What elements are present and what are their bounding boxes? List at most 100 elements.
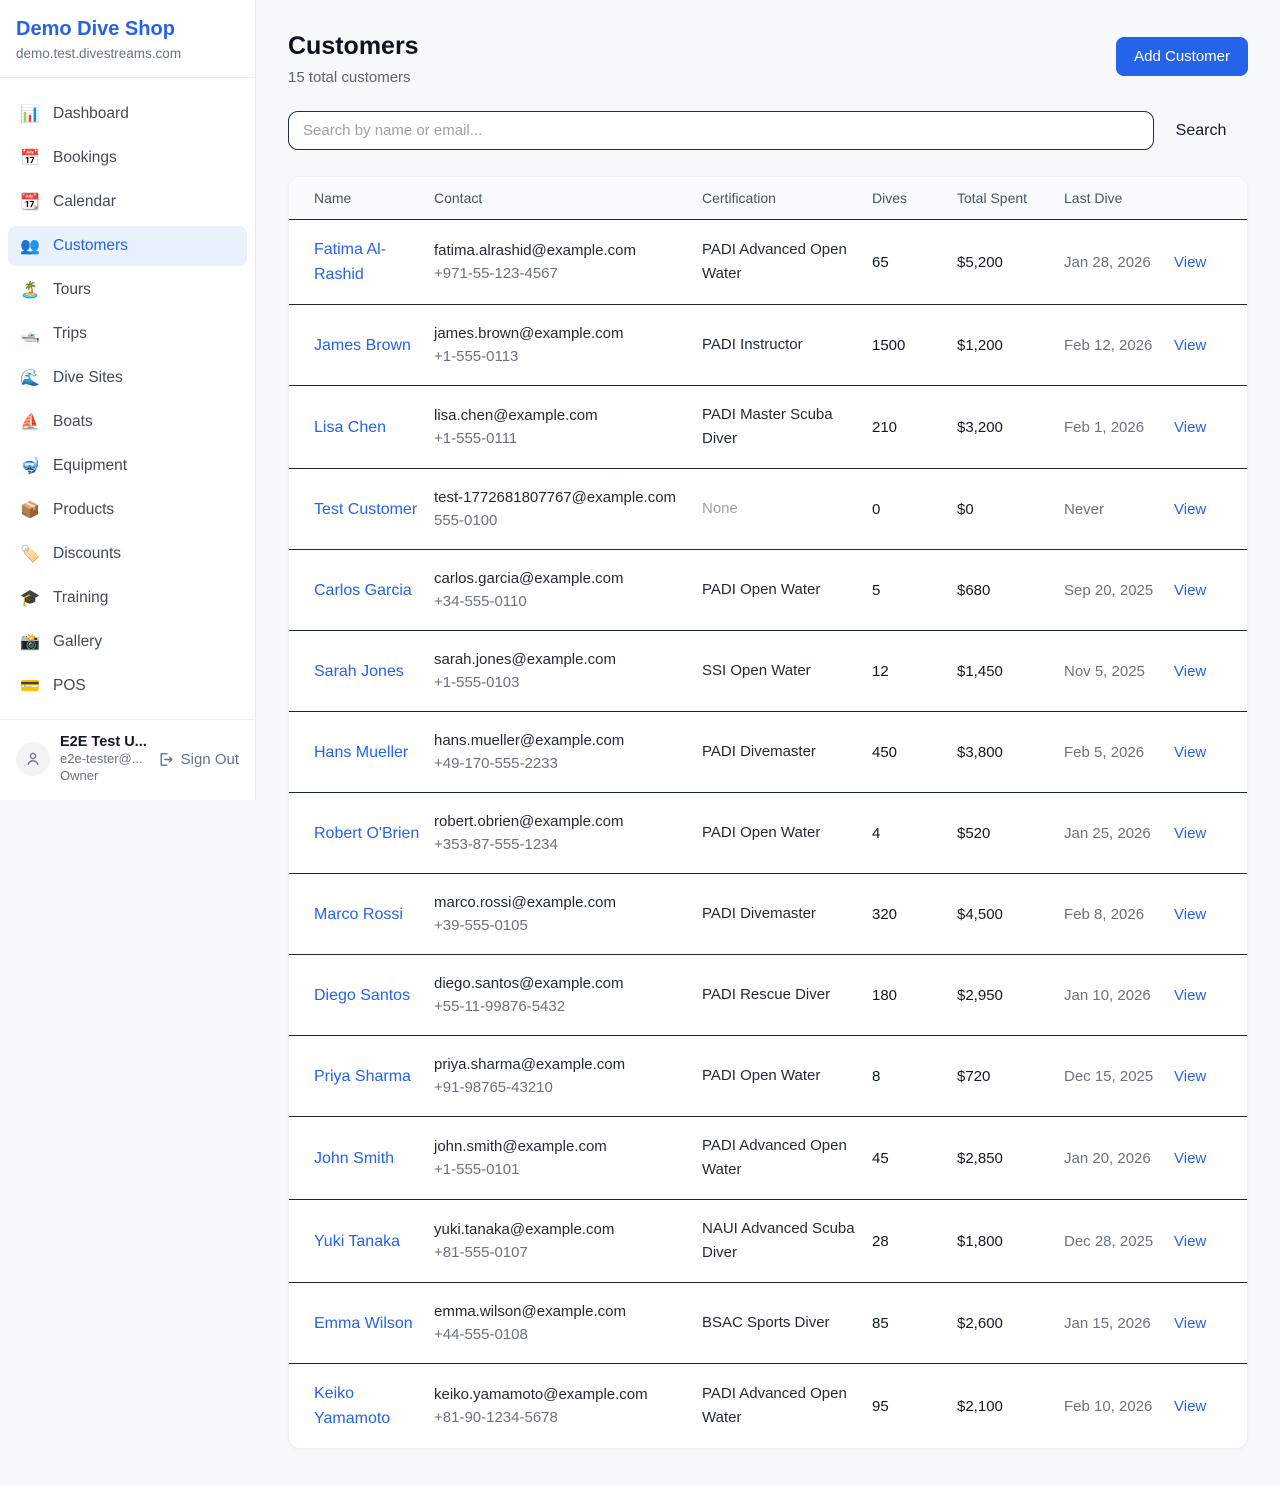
customer-name-link[interactable]: Hans Mueller: [314, 740, 408, 765]
equipment-icon: 🤿: [20, 456, 40, 476]
customer-dives: 85: [872, 1315, 889, 1332]
dashboard-icon: 📊: [20, 104, 40, 124]
discounts-icon: 🏷️: [20, 544, 40, 564]
view-link[interactable]: View: [1174, 254, 1206, 271]
customer-name-link[interactable]: Carlos Garcia: [314, 578, 412, 603]
customer-phone: +44-555-0108: [434, 1323, 690, 1346]
view-link[interactable]: View: [1174, 663, 1206, 680]
page-header: Customers 15 total customers Add Custome…: [288, 32, 1248, 86]
customer-row: Yuki Tanaka yuki.tanaka@example.com +81-…: [289, 1200, 1248, 1283]
customer-phone: +1-555-0101: [434, 1158, 690, 1181]
customer-total-spent: $720: [957, 1068, 990, 1085]
customer-last-dive: Sep 20, 2025: [1064, 582, 1153, 599]
customer-phone: +39-555-0105: [434, 914, 690, 937]
sidebar-item-tours[interactable]: 🏝️ Tours: [8, 270, 247, 310]
shop-name: Demo Dive Shop: [16, 18, 239, 41]
customer-name-link[interactable]: Lisa Chen: [314, 415, 386, 440]
customer-dives: 210: [872, 419, 897, 436]
col-header-last-dive: Last Dive: [1064, 177, 1174, 220]
customer-total-spent: $2,600: [957, 1315, 1003, 1332]
sidebar-item-gallery[interactable]: 📸 Gallery: [8, 622, 247, 662]
view-link[interactable]: View: [1174, 1150, 1206, 1167]
search-input[interactable]: [288, 111, 1154, 150]
customer-name-link[interactable]: John Smith: [314, 1146, 394, 1171]
customer-name-link[interactable]: Fatima Al-Rashid: [314, 237, 422, 287]
sidebar-item-boats[interactable]: ⛵ Boats: [8, 402, 247, 442]
view-link[interactable]: View: [1174, 1233, 1206, 1250]
shop-domain: demo.test.divestreams.com: [16, 46, 239, 61]
customer-email: james.brown@example.com: [434, 322, 690, 345]
boats-icon: ⛵: [20, 412, 40, 432]
add-customer-button[interactable]: Add Customer: [1116, 37, 1248, 76]
customer-phone: +353-87-555-1234: [434, 833, 690, 856]
customer-total-spent: $1,800: [957, 1233, 1003, 1250]
view-link[interactable]: View: [1174, 419, 1206, 436]
sidebar-item-customers[interactable]: 👥 Customers: [8, 226, 247, 266]
customer-email: carlos.garcia@example.com: [434, 567, 690, 590]
sidebar-item-products[interactable]: 📦 Products: [8, 490, 247, 530]
customer-last-dive: Feb 10, 2026: [1064, 1398, 1152, 1415]
customer-total-spent: $1,450: [957, 663, 1003, 680]
customer-name-link[interactable]: Marco Rossi: [314, 902, 403, 927]
customer-name-link[interactable]: Priya Sharma: [314, 1064, 411, 1089]
user-email: e2e-tester@...: [60, 750, 147, 767]
view-link[interactable]: View: [1174, 906, 1206, 923]
customer-last-dive: Jan 20, 2026: [1064, 1150, 1151, 1167]
customer-dives: 0: [872, 501, 880, 518]
customer-name-link[interactable]: Sarah Jones: [314, 659, 404, 684]
customer-email: keiko.yamamoto@example.com: [434, 1383, 690, 1406]
customer-name-link[interactable]: Test Customer: [314, 497, 417, 522]
search-button[interactable]: Search: [1154, 122, 1248, 140]
view-link[interactable]: View: [1174, 337, 1206, 354]
customer-certification: PADI Advanced Open Water: [702, 241, 847, 282]
sidebar-item-equipment[interactable]: 🤿 Equipment: [8, 446, 247, 486]
customer-name-link[interactable]: Keiko Yamamoto: [314, 1381, 422, 1431]
customer-name-link[interactable]: James Brown: [314, 333, 411, 358]
view-link[interactable]: View: [1174, 1315, 1206, 1332]
customer-certification: BSAC Sports Diver: [702, 1314, 830, 1331]
sidebar-item-label: Training: [53, 589, 108, 607]
customer-name-link[interactable]: Emma Wilson: [314, 1311, 413, 1336]
sidebar-item-dive-sites[interactable]: 🌊 Dive Sites: [8, 358, 247, 398]
customer-last-dive: Jan 10, 2026: [1064, 987, 1151, 1004]
col-header-contact: Contact: [434, 177, 702, 220]
customer-name-link[interactable]: Yuki Tanaka: [314, 1229, 400, 1254]
view-link[interactable]: View: [1174, 825, 1206, 842]
customer-row: Keiko Yamamoto keiko.yamamoto@example.co…: [289, 1364, 1248, 1449]
sidebar-item-discounts[interactable]: 🏷️ Discounts: [8, 534, 247, 574]
view-link[interactable]: View: [1174, 1068, 1206, 1085]
view-link[interactable]: View: [1174, 744, 1206, 761]
customer-email: yuki.tanaka@example.com: [434, 1218, 690, 1241]
customer-last-dive: Nov 5, 2025: [1064, 663, 1145, 680]
customer-phone: +1-555-0111: [434, 427, 690, 450]
main-content: Customers 15 total customers Add Custome…: [256, 0, 1280, 1481]
customer-last-dive: Never: [1064, 501, 1104, 518]
sign-out-button[interactable]: Sign Out: [157, 751, 239, 768]
sidebar-item-training[interactable]: 🎓 Training: [8, 578, 247, 618]
view-link[interactable]: View: [1174, 987, 1206, 1004]
dive-sites-icon: 🌊: [20, 368, 40, 388]
customer-name-link[interactable]: Diego Santos: [314, 983, 410, 1008]
customer-email: marco.rossi@example.com: [434, 891, 690, 914]
sidebar-item-label: Customers: [53, 237, 128, 255]
sidebar-item-dashboard[interactable]: 📊 Dashboard: [8, 94, 247, 134]
sidebar-item-bookings[interactable]: 📅 Bookings: [8, 138, 247, 178]
sidebar-item-calendar[interactable]: 📆 Calendar: [8, 182, 247, 222]
customer-certification: PADI Divemaster: [702, 905, 816, 922]
gallery-icon: 📸: [20, 632, 40, 652]
customer-email: hans.mueller@example.com: [434, 729, 690, 752]
customer-row: Priya Sharma priya.sharma@example.com +9…: [289, 1036, 1248, 1117]
view-link[interactable]: View: [1174, 1398, 1206, 1415]
customer-certification: PADI Open Water: [702, 581, 820, 598]
customer-name-link[interactable]: Robert O'Brien: [314, 821, 419, 846]
customer-total-spent: $1,200: [957, 337, 1003, 354]
customer-dives: 45: [872, 1150, 889, 1167]
sidebar-item-pos[interactable]: 💳 POS: [8, 666, 247, 706]
products-icon: 📦: [20, 500, 40, 520]
customer-phone: +1-555-0103: [434, 671, 690, 694]
trips-icon: 🛥️: [20, 324, 40, 344]
customer-row: Test Customer test-1772681807767@example…: [289, 469, 1248, 550]
view-link[interactable]: View: [1174, 582, 1206, 599]
sidebar-item-trips[interactable]: 🛥️ Trips: [8, 314, 247, 354]
view-link[interactable]: View: [1174, 501, 1206, 518]
